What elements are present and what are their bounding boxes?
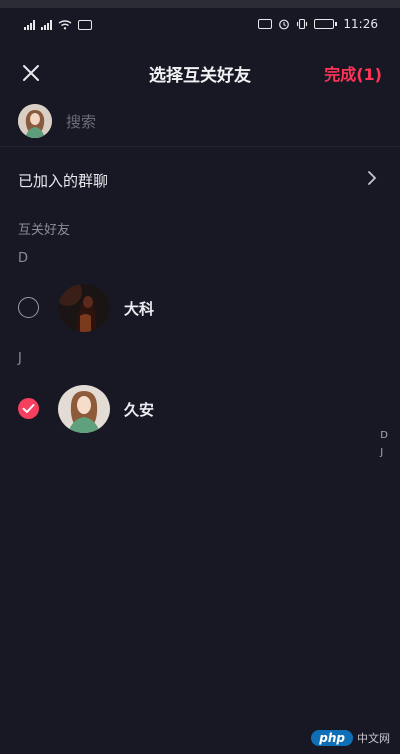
top-edge	[0, 0, 400, 8]
done-button[interactable]: 完成(1)	[324, 61, 382, 85]
joined-groups-row[interactable]: 已加入的群聊	[0, 156, 400, 202]
check-icon	[22, 404, 35, 413]
alarm-icon	[279, 19, 290, 30]
watermark: php 中文网	[311, 730, 390, 746]
battery-icon	[314, 19, 338, 29]
letter-header-d: D	[18, 251, 29, 266]
alphabet-index: D J	[380, 430, 388, 458]
friend-row-jiuAn[interactable]: 久安	[0, 377, 370, 441]
search-bar[interactable]: 搜索	[0, 98, 400, 146]
friend-name: 大科	[124, 300, 155, 318]
friend-row-daKe[interactable]: 大科	[0, 276, 370, 340]
chevron-right-icon	[368, 171, 377, 185]
status-right: 11:26	[258, 17, 378, 31]
watermark-badge: php	[311, 730, 353, 746]
avatar	[58, 284, 110, 332]
section-title: 互关好友	[18, 223, 71, 238]
friend-name: 久安	[124, 401, 155, 419]
watermark-text: 中文网	[357, 732, 390, 745]
vibrate-icon	[297, 18, 308, 30]
notification-icon	[78, 20, 92, 30]
status-time: 11:26	[343, 17, 378, 31]
divider	[0, 146, 400, 147]
signal-icon-2	[41, 20, 52, 30]
joined-groups-label: 已加入的群聊	[18, 172, 109, 190]
wifi-icon	[58, 20, 72, 30]
status-left	[24, 20, 92, 30]
nav-bar: 选择互关好友 完成(1)	[0, 52, 400, 92]
index-letter-j[interactable]: J	[380, 447, 388, 458]
hd-icon	[258, 19, 273, 29]
signal-icon	[24, 20, 35, 30]
letter-header-j: J	[18, 351, 22, 366]
checkbox-unchecked[interactable]	[18, 297, 39, 318]
search-input[interactable]: 搜索	[66, 111, 96, 132]
avatar	[58, 385, 110, 433]
index-letter-d[interactable]: D	[380, 430, 388, 441]
avatar	[18, 104, 52, 138]
checkbox-checked[interactable]	[18, 398, 39, 419]
status-bar: 11:26	[0, 8, 400, 48]
